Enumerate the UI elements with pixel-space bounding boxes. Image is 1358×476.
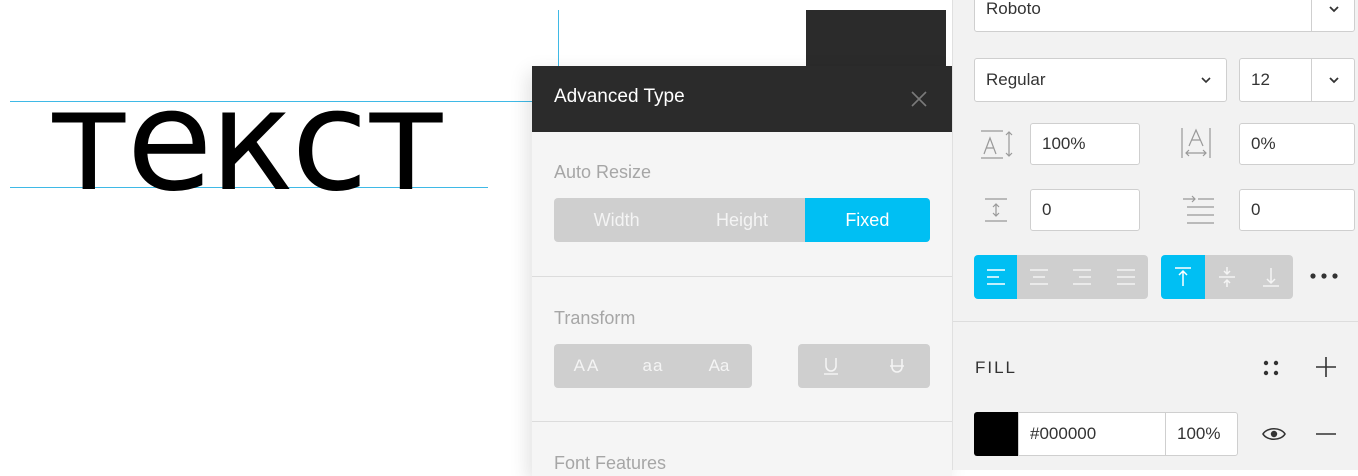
section-divider (532, 276, 952, 277)
paragraph-indent-value: 0 (1251, 200, 1261, 219)
align-justify-icon (1117, 269, 1135, 285)
line-height-input[interactable]: 100% (1030, 123, 1140, 165)
text-case-control: AA aa Aa (554, 344, 752, 388)
canvas-text-layer[interactable]: текст (48, 62, 447, 222)
paragraph-spacing-input[interactable]: 0 (1030, 189, 1140, 231)
align-center-button[interactable] (1017, 255, 1060, 299)
fill-hex-value: #000000 (1030, 424, 1097, 443)
section-divider (532, 421, 952, 422)
paragraph-spacing-value: 0 (1042, 200, 1052, 219)
vertical-align-group (1161, 255, 1293, 299)
align-top-button[interactable] (1161, 255, 1205, 299)
auto-resize-fixed-button[interactable]: Fixed (804, 198, 930, 242)
paragraph-indent-icon (1183, 195, 1214, 224)
fill-color-swatch[interactable] (974, 412, 1018, 456)
align-right-icon (1073, 269, 1091, 285)
align-left-icon (986, 269, 1005, 285)
more-options-icon[interactable] (1309, 272, 1339, 280)
fill-section-title: FILL (975, 358, 1018, 377)
font-size-select[interactable]: 12 (1239, 58, 1355, 102)
text-decoration-control (798, 344, 930, 388)
letter-spacing-icon (1181, 128, 1211, 158)
line-height-icon (981, 130, 1013, 159)
inspector-panel: Roboto Regular 12 100% 0% 0 0 FILL #0000… (952, 0, 1358, 470)
text-align-group (974, 255, 1148, 299)
align-middle-button[interactable] (1205, 255, 1249, 299)
lowercase-button[interactable]: aa (620, 344, 686, 388)
remove-fill-icon[interactable] (1315, 432, 1337, 436)
strikethrough-button[interactable] (864, 344, 930, 388)
font-family-value: Roboto (986, 0, 1041, 18)
chevron-down-icon (1329, 6, 1339, 13)
close-icon[interactable] (906, 86, 932, 112)
paragraph-spacing-icon (985, 198, 1007, 222)
transform-label: Transform (554, 308, 636, 328)
align-top-icon (1175, 267, 1191, 286)
auto-resize-height-button[interactable]: Height (679, 198, 804, 242)
add-fill-icon[interactable] (1315, 356, 1337, 378)
auto-resize-label: Auto Resize (554, 162, 652, 182)
align-left-button[interactable] (974, 255, 1017, 299)
chevron-down-icon (1201, 77, 1211, 84)
fill-opacity-value: 100% (1177, 424, 1221, 443)
align-center-icon (1029, 269, 1048, 285)
line-height-value: 100% (1042, 134, 1086, 153)
uppercase-button[interactable]: AA (554, 344, 620, 388)
font-weight-select[interactable]: Regular (974, 58, 1227, 102)
advanced-type-popup: Advanced Type Auto Resize Width Height F… (532, 66, 952, 476)
chevron-down-icon (1329, 77, 1339, 84)
section-divider (953, 321, 1358, 322)
align-bottom-button[interactable] (1249, 255, 1293, 299)
titlecase-button[interactable]: Aa (686, 344, 752, 388)
align-middle-icon (1219, 267, 1235, 287)
auto-resize-width-button[interactable]: Width (554, 198, 679, 242)
popup-header: Advanced Type (532, 66, 952, 132)
paragraph-indent-input[interactable]: 0 (1239, 189, 1355, 231)
align-right-button[interactable] (1060, 255, 1104, 299)
align-bottom-icon (1263, 268, 1279, 287)
letter-spacing-value: 0% (1251, 134, 1276, 153)
align-justify-button[interactable] (1104, 255, 1148, 299)
font-size-value: 12 (1251, 70, 1270, 89)
underline-icon (824, 358, 838, 375)
letter-spacing-input[interactable]: 0% (1239, 123, 1355, 165)
style-options-icon[interactable] (1263, 360, 1279, 376)
font-features-label: Font Features (554, 453, 667, 473)
strikethrough-icon (890, 359, 904, 373)
eye-icon[interactable] (1261, 425, 1287, 443)
auto-resize-control: Width Height Fixed (554, 198, 930, 242)
underline-button[interactable] (798, 344, 864, 388)
popup-title: Advanced Type (554, 86, 685, 107)
font-weight-value: Regular (986, 70, 1046, 89)
font-size-dropdown-button[interactable] (1311, 59, 1356, 101)
fill-opacity-input[interactable]: 100% (1165, 412, 1238, 456)
dark-panel-fragment (806, 10, 946, 70)
font-family-select[interactable]: Roboto (974, 0, 1355, 32)
fill-hex-input[interactable]: #000000 (1018, 412, 1166, 456)
dropdown-button[interactable] (1311, 0, 1356, 31)
